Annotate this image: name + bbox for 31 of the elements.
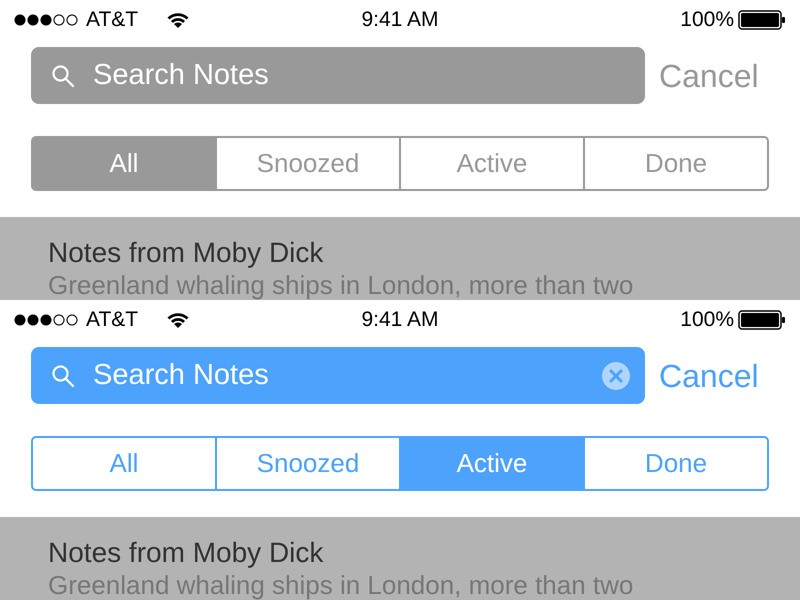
note-title: Notes from Moby Dick — [48, 536, 324, 570]
battery-icon — [738, 310, 786, 330]
search-input[interactable]: Search Notes — [91, 352, 601, 398]
clear-icon[interactable] — [601, 360, 631, 390]
note-row[interactable]: Notes from Moby Dick Greenland whaling ships in London, more than two — [0, 217, 800, 300]
cancel-button[interactable]: Cancel — [659, 52, 759, 100]
signal-icon — [14, 312, 78, 328]
carrier-label: AT&T — [86, 7, 138, 34]
note-preview: Greenland whaling ships in London, more than two — [48, 270, 634, 300]
search-icon — [51, 364, 75, 388]
search-field[interactable]: Search Notes — [31, 347, 645, 404]
battery-percent: 100% — [680, 307, 734, 334]
search-field[interactable]: Search Notes — [31, 47, 645, 104]
note-row[interactable]: Notes from Moby Dick Greenland whaling ships in London, more than two — [0, 517, 800, 600]
search-input[interactable]: Search Notes — [91, 52, 631, 98]
note-title: Notes from Moby Dick — [48, 236, 324, 270]
segment-tab[interactable]: Done — [583, 438, 767, 489]
battery-icon — [738, 10, 786, 30]
time-label: 9:41 AM — [361, 7, 439, 34]
wifi-icon — [166, 311, 190, 329]
wifi-icon — [166, 11, 190, 29]
search-icon — [51, 64, 75, 88]
signal-icon — [14, 12, 78, 28]
time-label: 9:41 AM — [361, 307, 439, 334]
carrier-label: AT&T — [86, 307, 138, 334]
segment-tab[interactable]: Active — [399, 438, 583, 489]
segment-tab[interactable]: All — [33, 138, 215, 189]
battery-percent: 100% — [680, 7, 734, 34]
cancel-button[interactable]: Cancel — [659, 352, 759, 400]
segment-tab[interactable]: Done — [583, 138, 767, 189]
note-preview: Greenland whaling ships in London, more than two — [48, 570, 634, 600]
